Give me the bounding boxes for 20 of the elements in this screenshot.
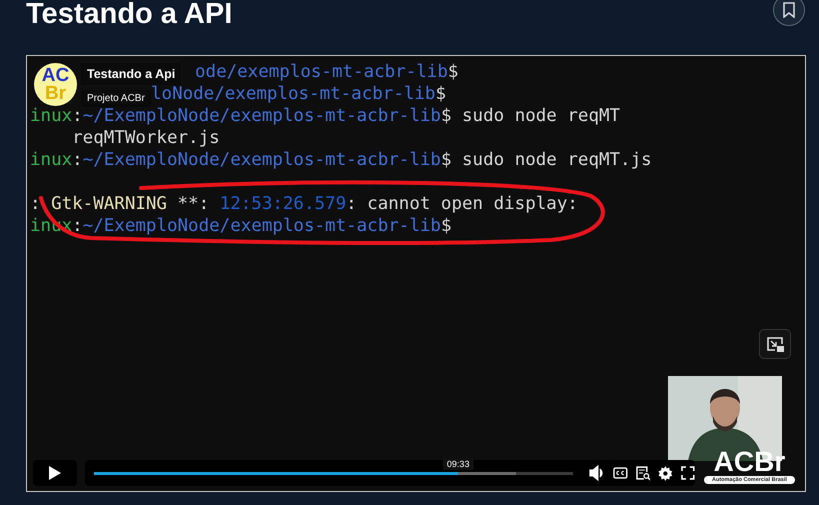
- bookmark-icon: [782, 2, 796, 18]
- volume-icon[interactable]: [589, 465, 605, 481]
- fullscreen-icon[interactable]: [681, 466, 696, 480]
- play-icon: [49, 466, 61, 480]
- terminal-line: inux:~/ExemploNode/exemplos-mt-acbr-lib$ sudo node reqMT.js: [30, 149, 652, 171]
- terminal-line: reqMTWorker.js: [71, 127, 220, 149]
- bookmark-button[interactable]: [773, 0, 805, 26]
- transcript-icon[interactable]: [636, 466, 650, 480]
- play-button[interactable]: [33, 460, 77, 486]
- settings-icon[interactable]: [658, 466, 674, 480]
- terminal-line: : Gtk-WARNING **: 12:53:26.579: cannot open display:: [30, 193, 578, 215]
- terminal-line: loNode/exemplos-mt-acbr-lib$: [151, 83, 446, 105]
- terminal-line: ode/exemplos-mt-acbr-lib$: [195, 61, 458, 83]
- page-title: Testando a API: [26, 0, 232, 32]
- captions-icon[interactable]: [612, 467, 628, 479]
- picture-in-picture-icon: [766, 336, 784, 352]
- picture-in-picture-button[interactable]: [759, 329, 791, 359]
- channel-avatar[interactable]: AC Br: [34, 63, 77, 106]
- terminal-line: inux:~/ExemploNode/exemplos-mt-acbr-lib$ sudo node reqMT: [30, 105, 620, 127]
- time-tooltip: 09:33: [442, 458, 474, 470]
